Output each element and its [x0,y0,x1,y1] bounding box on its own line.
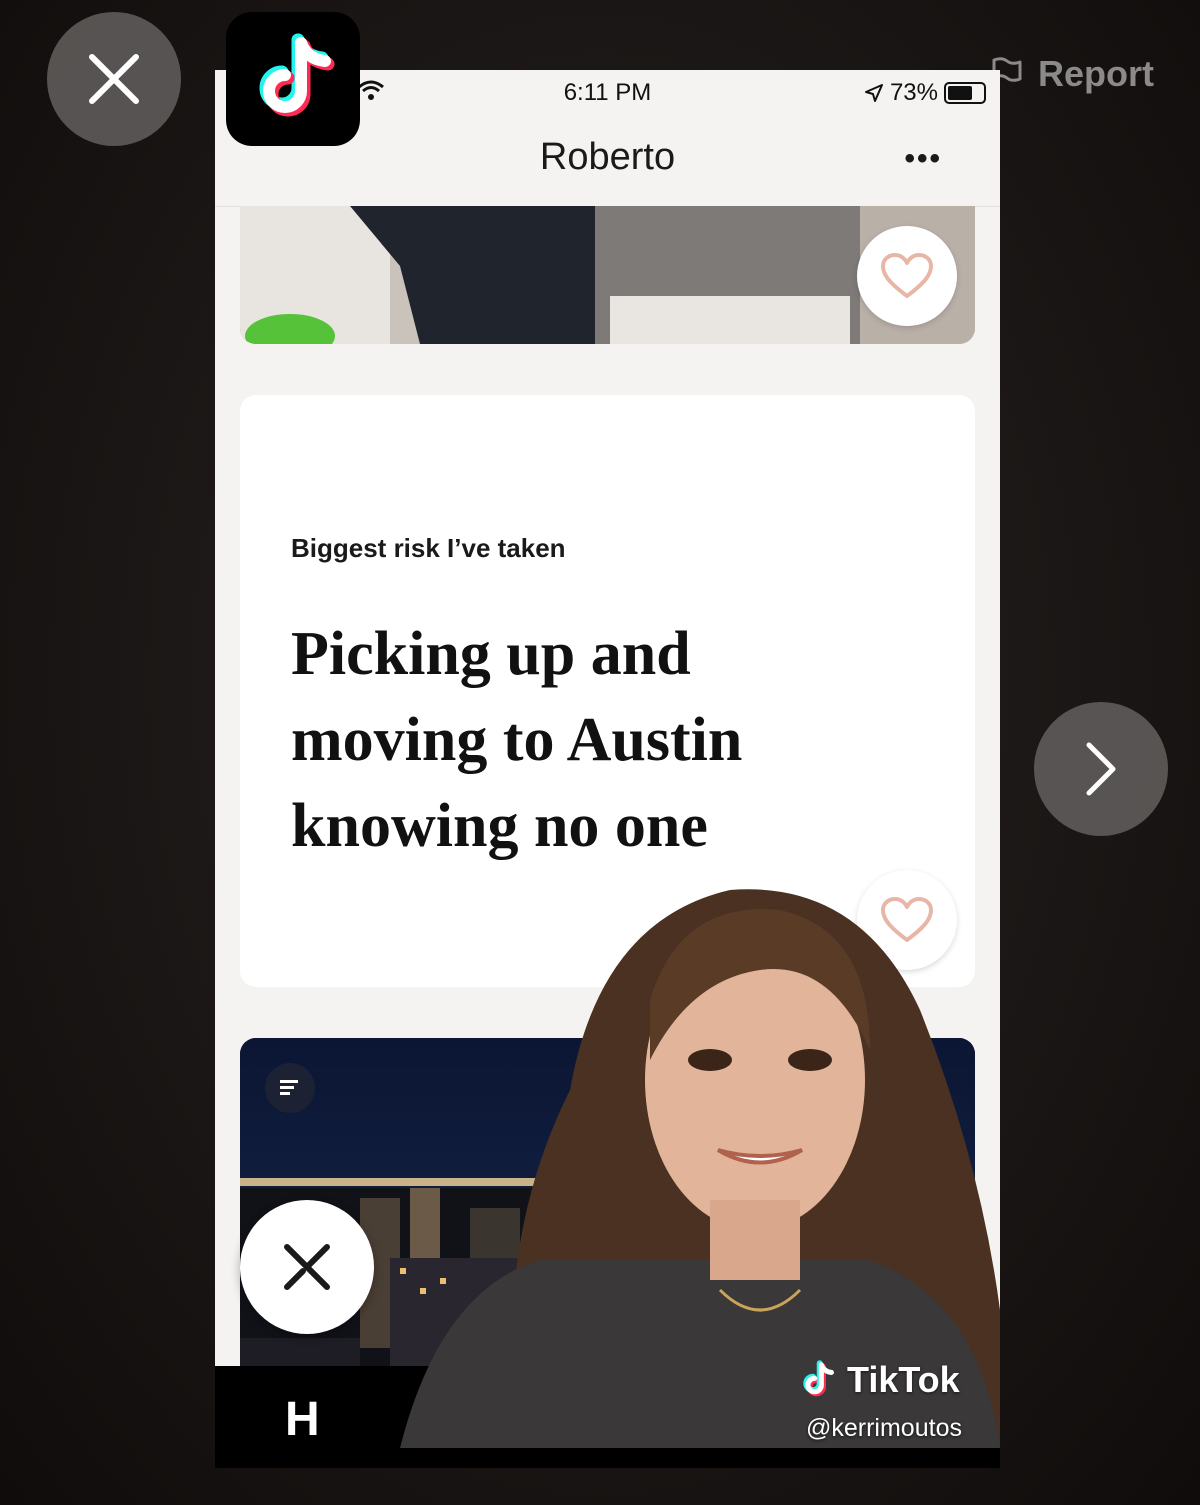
tiktok-logo-icon [803,1360,834,1397]
status-right: 73% [864,79,986,107]
hinge-logo-tab[interactable]: H [285,1392,320,1447]
tiktok-logo-icon [259,33,335,117]
battery-icon [944,82,986,104]
creator-image [400,889,1000,1448]
prompt-question: Biggest risk I’ve taken [291,533,566,563]
list-icon [280,1080,298,1095]
more-options-button[interactable]: ••• [904,142,942,176]
chevron-right-icon [1086,742,1116,796]
skip-x-icon [284,1244,330,1290]
location-arrow-icon [864,84,883,102]
tiktok-watermark: TikTok [797,1357,960,1403]
close-button[interactable] [47,12,181,146]
report-button[interactable]: Report [990,52,1154,96]
watermark-brand: TikTok [847,1359,960,1400]
profile-photo-top [240,206,975,344]
heart-icon [881,253,933,298]
next-button[interactable] [1034,702,1168,836]
photo-caption-button[interactable] [265,1063,315,1113]
report-label: Report [1038,53,1154,94]
creator-handle: @kerrimoutos [806,1414,962,1442]
skip-button[interactable] [240,1200,374,1334]
tiktok-app-logo [226,12,360,146]
close-icon [89,54,139,104]
like-photo-button[interactable] [857,226,957,326]
creator-video-overlay [400,830,1000,1448]
battery-percent: 73% [889,79,938,106]
